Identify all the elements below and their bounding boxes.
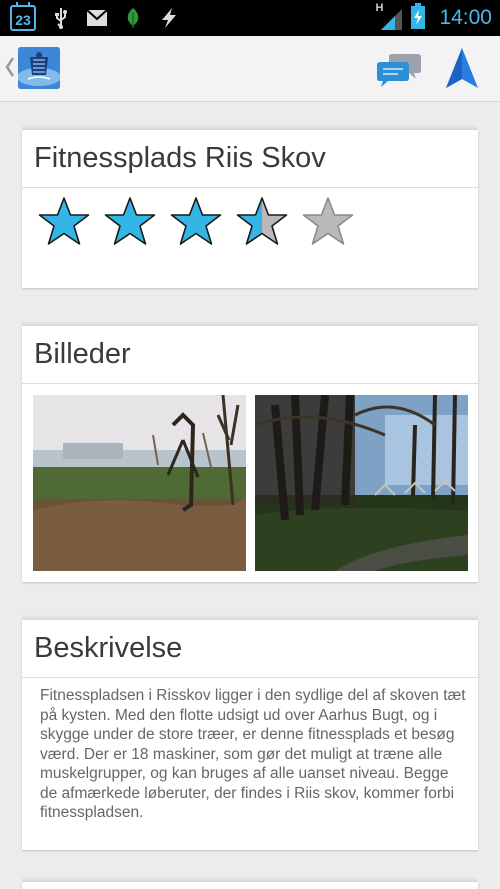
signal-icon: H xyxy=(375,2,403,31)
rating-card: Fitnessplads Riis Skov xyxy=(22,124,478,288)
app-logo-icon[interactable] xyxy=(18,47,60,89)
description-title: Beskrivelse xyxy=(22,620,478,678)
star-half-icon[interactable] xyxy=(236,196,288,248)
star-full-icon[interactable] xyxy=(38,196,90,248)
calendar-icon: 23 xyxy=(10,2,36,31)
star-rating[interactable] xyxy=(38,196,354,248)
calendar-day: 23 xyxy=(15,12,31,28)
chat-icon[interactable] xyxy=(376,50,422,90)
notification-icons: 23 xyxy=(10,2,180,31)
battery-icon xyxy=(411,2,426,34)
park-photo-fitness-equipment[interactable] xyxy=(33,395,246,571)
star-full-icon[interactable] xyxy=(170,196,222,248)
images-title: Billeder xyxy=(22,326,478,384)
star-empty-icon[interactable] xyxy=(302,196,354,248)
park-photo-forest-path[interactable] xyxy=(255,395,468,571)
status-time: 14:00 xyxy=(439,6,492,29)
photo-gallery xyxy=(33,395,468,571)
system-icons: H 14:00 xyxy=(375,0,492,36)
star-full-icon[interactable] xyxy=(104,196,156,248)
description-card: Beskrivelse Fitnesspladsen i Risskov lig… xyxy=(22,614,478,850)
navigation-arrow-icon[interactable] xyxy=(444,46,480,92)
back-caret-icon[interactable] xyxy=(5,56,15,84)
lightning-icon xyxy=(158,7,180,29)
place-title: Fitnessplads Riis Skov xyxy=(22,130,478,188)
usb-icon xyxy=(50,7,72,29)
action-bar xyxy=(0,36,500,102)
next-card-peek xyxy=(22,876,478,889)
leaf-icon xyxy=(122,7,144,29)
mail-icon xyxy=(86,7,108,29)
images-card: Billeder xyxy=(22,320,478,582)
description-text: Fitnesspladsen i Risskov ligger i den sy… xyxy=(40,687,466,821)
status-bar: 23 H 14:00 xyxy=(0,0,500,36)
